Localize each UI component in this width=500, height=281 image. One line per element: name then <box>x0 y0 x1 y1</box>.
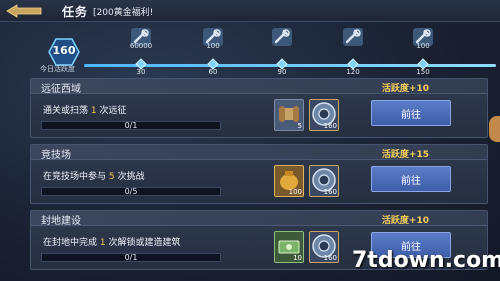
reward-item[interactable]: 5 <box>274 99 304 131</box>
go-button[interactable]: 前往 <box>371 166 451 192</box>
task-card-header: 竞技场 活跃度+15 <box>31 145 487 161</box>
milestone-90[interactable]: 90 <box>267 24 297 76</box>
milestone-120[interactable]: 120 <box>338 24 368 76</box>
reward-count: 100 <box>288 188 302 196</box>
milestone-value: 60000 <box>129 42 153 50</box>
task-progress-text: 0/5 <box>124 187 138 196</box>
reward-item[interactable]: 160 <box>309 165 339 197</box>
task-card-expedition: 远征西域 活跃度+10 通关或扫荡 1 次远征 0/1 5 160 前往 <box>30 78 488 138</box>
milestone-value: 100 <box>416 42 430 50</box>
task-title: 封地建设 <box>41 216 81 227</box>
milestone-points: 60 <box>208 68 218 76</box>
task-progress-text: 0/1 <box>124 121 138 130</box>
back-button[interactable] <box>4 2 44 20</box>
task-title: 竞技场 <box>41 150 71 161</box>
task-card-arena: 竞技场 活跃度+15 在竞技场中参与 5 次挑战 0/5 100 160 前往 <box>30 144 488 204</box>
reward-count: 5 <box>297 122 302 130</box>
task-description: 在封地中完成 1 次解锁或建造建筑 <box>43 238 181 248</box>
header-bar: 任务 [200黄金福利! <box>0 0 500 22</box>
milestone-points: 90 <box>277 68 287 76</box>
task-card-header: 远征西域 活跃度+10 <box>31 79 487 95</box>
milestone-points: 30 <box>136 68 146 76</box>
reward-item[interactable]: 160 <box>309 99 339 131</box>
activity-level: 160 <box>52 44 76 57</box>
milestone-150[interactable]: 100 150 <box>408 24 438 76</box>
task-activity-reward: 活跃度+10 <box>381 216 429 226</box>
milestone-points: 150 <box>416 68 430 76</box>
watermark: 7tdown.com <box>352 248 500 273</box>
reward-item[interactable]: 160 <box>309 231 339 263</box>
wrench-icon <box>270 26 294 48</box>
task-title: 远征西域 <box>41 84 81 95</box>
reward-item[interactable]: 10 <box>274 231 304 263</box>
task-progress-bar: 0/1 <box>41 253 221 262</box>
milestone-60[interactable]: 100 60 <box>198 24 228 76</box>
milestone-points: 120 <box>346 68 360 76</box>
task-progress-text: 0/1 <box>124 253 138 262</box>
page-title: 任务 <box>62 5 89 19</box>
activity-progress: 160 今日活跃度 60000 30 100 60 90 120 100 150 <box>40 24 496 76</box>
milestone-30[interactable]: 60000 30 <box>126 24 156 76</box>
task-card-header: 封地建设 活跃度+10 <box>31 211 487 227</box>
reward-count: 160 <box>323 122 337 130</box>
go-button[interactable]: 前往 <box>371 100 451 126</box>
wrench-icon <box>341 26 365 48</box>
task-activity-reward: 活跃度+10 <box>381 84 429 94</box>
back-arrow-icon <box>6 4 42 18</box>
side-drawer-tab[interactable] <box>489 116 500 142</box>
reward-item[interactable]: 100 <box>274 165 304 197</box>
task-progress-bar: 0/1 <box>41 121 221 130</box>
task-description: 在竞技场中参与 5 次挑战 <box>43 172 145 182</box>
task-progress-bar: 0/5 <box>41 187 221 196</box>
reward-count: 160 <box>323 254 337 262</box>
milestone-value: 100 <box>206 42 220 50</box>
reward-count: 160 <box>323 188 337 196</box>
task-description: 通关或扫荡 1 次远征 <box>43 106 127 116</box>
reward-count: 10 <box>293 254 302 262</box>
task-activity-reward: 活跃度+15 <box>381 150 429 160</box>
header-promo: [200黄金福利! <box>93 8 154 18</box>
